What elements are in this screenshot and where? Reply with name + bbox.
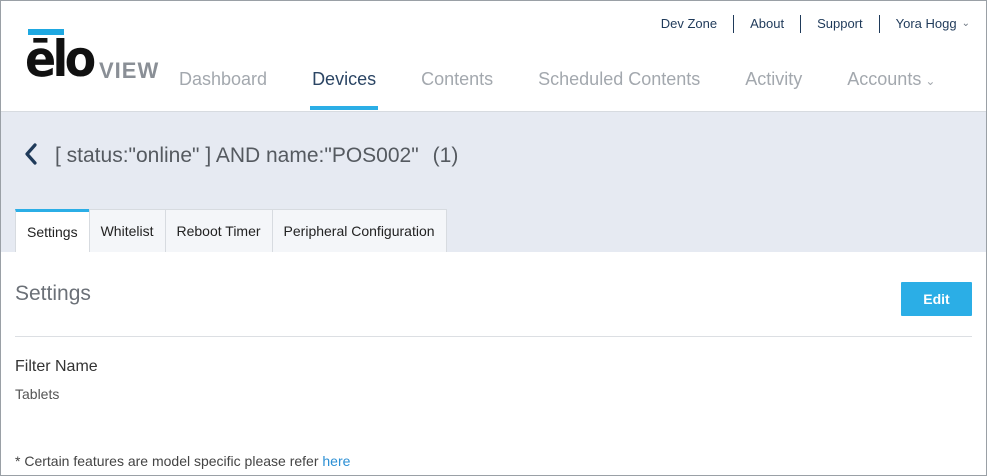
result-count: (1): [432, 144, 459, 167]
tab-peripheral-configuration[interactable]: Peripheral Configuration: [271, 209, 447, 252]
settings-tabs: Settings Whitelist Reboot Timer Peripher…: [15, 209, 447, 252]
nav-accounts[interactable]: Accounts ⌄: [847, 63, 935, 110]
user-name: Yora Hogg: [895, 16, 957, 31]
dev-zone-link[interactable]: Dev Zone: [645, 15, 733, 33]
nav-activity[interactable]: Activity: [745, 63, 802, 110]
about-link[interactable]: About: [733, 15, 800, 33]
nav-dashboard[interactable]: Dashboard: [179, 63, 267, 110]
filter-query-title: [ status:"online" ] AND name:"POS002" (1): [55, 144, 458, 168]
settings-panel: Settings Edit Filter Name Tablets * Cert…: [1, 252, 986, 475]
back-chevron-icon[interactable]: [23, 142, 43, 168]
user-menu[interactable]: Yora Hogg ⌄: [878, 15, 970, 33]
nav-contents[interactable]: Contents: [421, 63, 493, 110]
tab-whitelist[interactable]: Whitelist: [88, 209, 166, 252]
logo-sub-text: VIEW: [99, 58, 160, 83]
model-note-text: * Certain features are model specific pl…: [15, 453, 323, 469]
nav-accounts-label: Accounts: [847, 69, 922, 89]
elo-view-logo[interactable]: ēlo VIEW: [25, 29, 165, 89]
chevron-down-icon: ⌄: [961, 18, 970, 29]
here-link[interactable]: here: [322, 453, 350, 469]
tab-reboot-timer[interactable]: Reboot Timer: [164, 209, 273, 252]
model-note: * Certain features are model specific pl…: [15, 453, 350, 469]
filter-query-text: [ status:"online" ] AND name:"POS002": [55, 144, 419, 167]
nav-devices[interactable]: Devices: [310, 63, 379, 110]
main-nav: Dashboard Devices Contents Scheduled Con…: [179, 63, 935, 110]
header: ēlo VIEW Dev Zone About Support Yora Hog…: [1, 1, 986, 112]
top-links: Dev Zone About Support Yora Hogg ⌄: [645, 15, 970, 33]
nav-scheduled-contents[interactable]: Scheduled Contents: [538, 63, 700, 110]
logo-main-text: ēlo: [25, 30, 96, 88]
support-link[interactable]: Support: [800, 15, 879, 33]
divider: [15, 336, 972, 337]
filter-name-label: Filter Name: [15, 358, 98, 375]
section-title: Settings: [15, 282, 91, 305]
app-frame: ēlo VIEW Dev Zone About Support Yora Hog…: [0, 0, 987, 476]
tab-settings[interactable]: Settings: [15, 209, 90, 252]
filter-name-value: Tablets: [15, 386, 60, 402]
edit-button[interactable]: Edit: [901, 282, 972, 316]
chevron-down-icon: ⌄: [925, 74, 936, 88]
